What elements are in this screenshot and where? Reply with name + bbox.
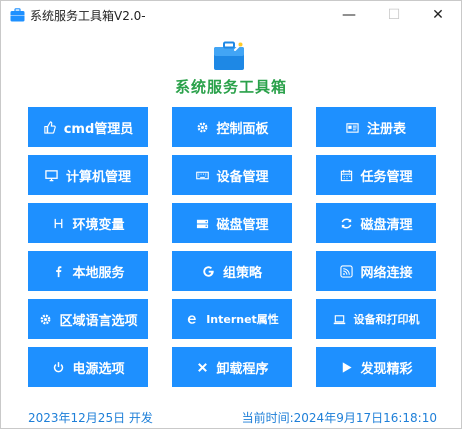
tool-button-label: 环境变量 [72,217,125,233]
tool-button-label: 区域语言选项 [59,313,138,329]
keyboard-icon [195,168,209,182]
tool-button-7[interactable]: 环境变量 [28,203,148,243]
title-bar[interactable]: 系统服务工具箱V2.0- — ☐ ✕ [1,1,461,29]
tool-button-label: 设备管理 [216,169,269,185]
tool-button-label: 控制面板 [216,121,269,137]
app-heading: 系统服务工具箱 [174,78,287,96]
tool-button-label: cmd管理员 [63,121,134,137]
power-icon [51,360,65,374]
tool-button-label: 发现精彩 [360,361,413,377]
current-time: 当前时间:2024年9月17日16:18:10 [242,409,437,426]
gear-icon [195,120,209,134]
calendar-icon [339,168,353,182]
tool-button-label: 磁盘管理 [216,217,269,233]
maximize-button[interactable]: ☐ [371,1,417,29]
disk-icon [195,216,209,230]
google-icon [202,264,216,278]
close-icon [195,360,209,374]
toolbox-icon [10,7,25,22]
tool-button-5[interactable]: 设备管理 [172,155,292,195]
tool-button-8[interactable]: 磁盘管理 [172,203,292,243]
tool-button-6[interactable]: 任务管理 [316,155,436,195]
tool-button-10[interactable]: 本地服务 [28,251,148,291]
tool-button-label: 组策略 [222,265,262,281]
current-time-label: 当前时间: [241,411,294,425]
laptop-icon [333,312,347,326]
close-icon: ✕ [432,7,444,23]
tool-button-16[interactable]: 电源选项 [28,347,148,387]
thumbs-up-icon [43,120,57,134]
tool-button-15[interactable]: 设备和打印机 [316,299,436,339]
tool-button-label: Internet属性 [206,313,279,326]
tool-button-4[interactable]: 计算机管理 [28,155,148,195]
dev-date: 2023年12月25日 开发 [28,411,153,425]
tool-button-label: 设备和打印机 [353,313,420,326]
app-window: 系统服务工具箱V2.0- — ☐ ✕ 系统服务工具箱 cmd管理员 控制面板 注册表… [0,0,462,429]
minimize-button[interactable]: — [326,1,372,29]
tool-button-label: 电源选项 [72,361,125,377]
tool-button-label: 任务管理 [360,169,413,185]
tool-button-label: 注册表 [366,121,406,137]
tool-button-label: 卸载程序 [216,361,269,377]
tool-button-14[interactable]: Internet属性 [172,299,292,339]
tool-button-9[interactable]: 磁盘清理 [316,203,436,243]
tool-button-11[interactable]: 组策略 [172,251,292,291]
maximize-icon: ☐ [387,7,401,23]
h-icon [51,216,65,230]
facebook-icon [51,264,65,278]
tool-button-label: 计算机管理 [65,169,131,185]
monitor-icon [45,168,59,182]
current-time-value: 2024年9月17日16:18:10 [293,411,437,425]
tool-button-17[interactable]: 卸载程序 [172,347,292,387]
tool-button-label: 本地服务 [72,265,125,281]
ie-icon [185,312,199,326]
tool-button-3[interactable]: 注册表 [316,107,436,147]
tool-button-1[interactable]: cmd管理员 [28,107,148,147]
gear-icon [38,312,52,326]
toolbox-logo-icon [213,41,245,71]
rss-icon [339,264,353,278]
tool-button-12[interactable]: 网络连接 [316,251,436,291]
refresh-icon [339,216,353,230]
tool-button-label: 磁盘清理 [360,217,413,233]
close-button[interactable]: ✕ [415,1,461,29]
tool-button-13[interactable]: 区域语言选项 [28,299,148,339]
window-title: 系统服务工具箱V2.0- [30,9,146,23]
tool-button-2[interactable]: 控制面板 [172,107,292,147]
tool-button-label: 网络连接 [360,265,413,281]
play-icon [339,360,353,374]
minimize-icon: — [342,7,356,23]
id-card-icon [346,120,360,134]
tool-button-18[interactable]: 发现精彩 [316,347,436,387]
